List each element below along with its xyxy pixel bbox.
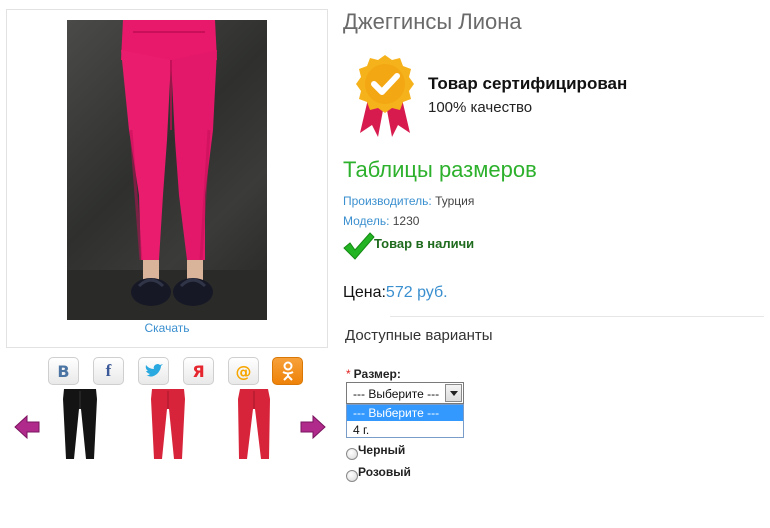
thumbnails-prev-arrow-icon[interactable] [14, 415, 40, 439]
thumbnails-next-arrow-icon[interactable] [300, 415, 326, 439]
price: Цена:572 руб. [343, 284, 448, 302]
model-line: Модель: 1230 [343, 214, 419, 228]
size-label-text: Размер: [353, 367, 401, 381]
manufacturer-label[interactable]: Производитель: [343, 194, 432, 208]
thumb-black-jeggings[interactable] [50, 387, 110, 462]
radio-label: Розовый [358, 465, 411, 479]
mailru-icon[interactable]: @ [228, 357, 259, 385]
odnoklassniki-icon[interactable] [272, 357, 303, 385]
size-dropdown-list: --- Выберите --- 4 г. [346, 404, 464, 438]
radio-button[interactable] [346, 448, 358, 460]
model-label: Модель: [343, 214, 390, 228]
jeggings-photo-illustration [67, 20, 267, 320]
price-label: Цена: [343, 284, 386, 301]
model-value: 1230 [392, 214, 420, 228]
price-value: 572 руб. [385, 284, 448, 301]
twitter-icon[interactable] [138, 357, 169, 385]
size-option[interactable]: --- Выберите --- [347, 405, 463, 421]
required-mark: * [346, 367, 351, 381]
in-stock-check-icon [343, 232, 375, 260]
facebook-icon[interactable]: f [93, 357, 124, 385]
size-table-link[interactable]: Таблицы размеров [343, 157, 537, 183]
thumb-red-jeggings-1[interactable] [138, 387, 198, 462]
stock-status: Товар в наличи [374, 236, 475, 251]
odnoklassniki-alt-icon[interactable]: Я [183, 357, 214, 385]
size-select-value: --- Выберите --- [353, 387, 440, 401]
certified-subtitle: 100% качество [428, 99, 533, 116]
product-photo[interactable] [67, 20, 267, 320]
product-title: Джеггинсы Лиона [343, 9, 522, 34]
certified-title: Товар сертифицирован [428, 74, 628, 93]
vk-icon[interactable]: B [48, 357, 79, 385]
radio-button[interactable] [346, 470, 358, 482]
size-select[interactable]: --- Выберите --- [346, 382, 464, 404]
size-label: * Размер: [346, 367, 401, 381]
chevron-down-icon[interactable] [445, 384, 462, 402]
radio-label: Черный [358, 443, 406, 457]
thumb-red-jeggings-2[interactable] [224, 387, 284, 462]
available-options-heading: Доступные варианты [345, 327, 493, 344]
size-option[interactable]: 4 г. [347, 422, 463, 438]
divider [390, 316, 764, 317]
main-image-panel: Скачать [6, 9, 328, 348]
manufacturer-line: Производитель: Турция [343, 194, 474, 208]
download-link[interactable]: Скачать [7, 321, 327, 335]
manufacturer-value: Турция [435, 194, 475, 208]
certified-badge-icon [356, 55, 414, 137]
